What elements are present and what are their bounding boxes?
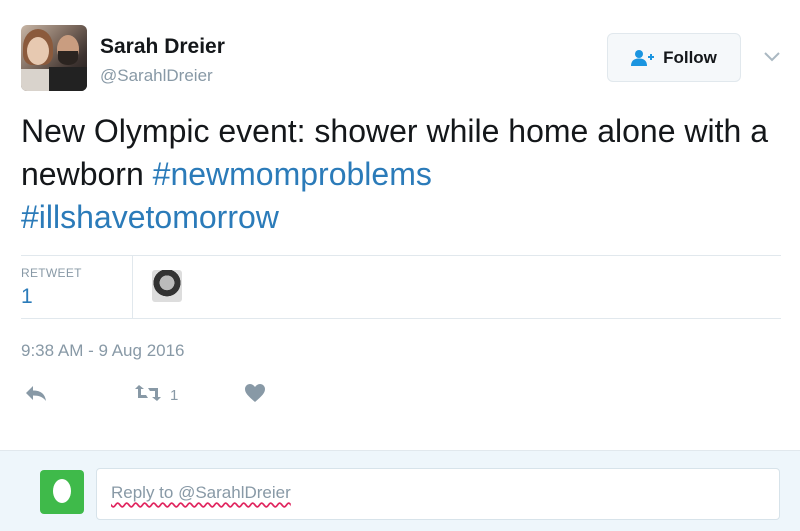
user-handle[interactable]: @SarahlDreier [100,66,213,86]
stats-separator [132,256,133,318]
hashtag-link[interactable]: #newmomproblems [153,156,432,192]
divider [21,255,781,256]
heart-icon [244,383,266,408]
user-follow-icon [631,49,655,67]
reply-input[interactable]: Reply to @SarahlDreier [96,468,780,520]
like-button[interactable] [244,382,266,408]
retweet-stat-label[interactable]: RETWEET [21,266,82,280]
retweet-action-count: 1 [170,386,179,404]
reply-button[interactable] [24,382,48,408]
divider [21,318,781,319]
hashtag-link[interactable]: #illshavetomorrow [21,199,279,235]
follow-button-label: Follow [663,47,717,67]
reply-icon [24,384,48,407]
retweeter-avatar[interactable] [152,270,182,302]
more-options-button[interactable] [762,48,782,68]
user-name[interactable]: Sarah Dreier [100,35,225,59]
user-avatar[interactable] [21,25,87,91]
tweet-card: Sarah Dreier @SarahlDreier Follow New Ol… [0,0,800,450]
tweet-timestamp[interactable]: 9:38 AM - 9 Aug 2016 [21,341,185,361]
retweet-stat-count[interactable]: 1 [21,285,33,309]
retweet-button[interactable]: 1 [134,382,178,408]
chevron-down-icon [764,49,780,67]
egg-icon [51,476,73,509]
tweet-text: New Olympic event: shower while home alo… [21,110,781,239]
current-user-avatar [40,470,84,514]
reply-placeholder: Reply to @SarahlDreier [111,483,291,502]
retweet-icon [134,384,162,407]
follow-button[interactable]: Follow [607,33,741,82]
